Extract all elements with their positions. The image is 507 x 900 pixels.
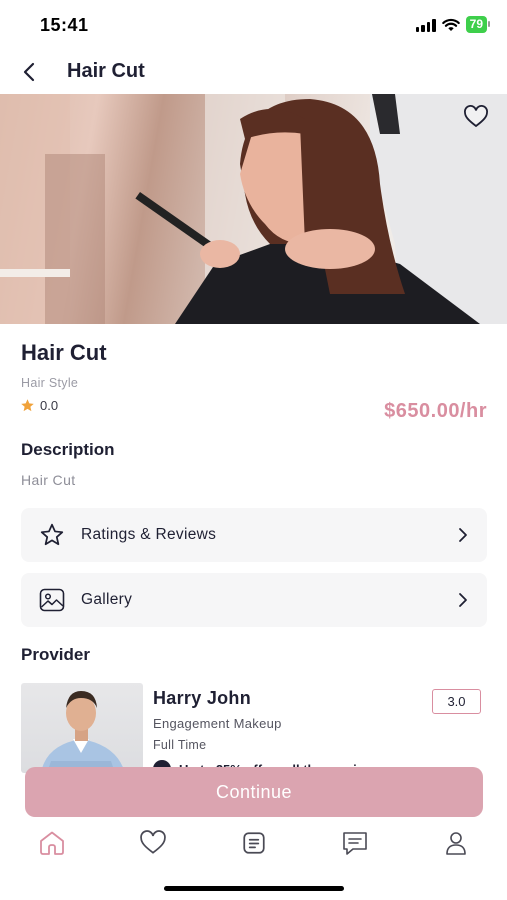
battery-icon: 79 (465, 16, 491, 33)
continue-button[interactable]: Continue (25, 767, 483, 817)
description-text: Hair Cut (21, 472, 76, 488)
app-header: Hair Cut (0, 50, 507, 94)
service-name: Hair Cut (21, 340, 107, 365)
status-time: 15:41 (40, 15, 89, 35)
back-button[interactable] (16, 59, 42, 85)
nav-home[interactable] (36, 828, 68, 858)
bookings-icon (243, 832, 265, 854)
service-hero-image (0, 94, 507, 324)
service-rating: 0.0 (20, 398, 58, 413)
service-price: $650.00/hr (384, 400, 487, 422)
heart-icon (140, 830, 166, 854)
nav-profile[interactable] (440, 828, 472, 858)
chat-icon (343, 832, 367, 855)
bottom-nav (0, 822, 507, 864)
gallery-row[interactable]: Gallery (21, 573, 487, 627)
gallery-label: Gallery (81, 591, 133, 608)
favorite-button[interactable] (461, 102, 491, 132)
page-title: Hair Cut (67, 60, 145, 82)
provider-name: Harry John (153, 688, 252, 708)
provider-type: Full Time (153, 738, 207, 752)
chevron-right-icon (453, 525, 473, 545)
description-heading: Description (21, 440, 115, 459)
service-category: Hair Style (21, 376, 79, 390)
home-icon (40, 831, 64, 855)
home-indicator (164, 886, 344, 891)
star-outline-icon (38, 522, 66, 548)
wifi-icon (441, 18, 460, 31)
provider-avatar (21, 683, 143, 773)
status-bar: 15:41 79 (0, 0, 507, 50)
hair-cut-photo (0, 94, 507, 324)
back-arrow-icon (23, 62, 35, 82)
nav-chat[interactable] (339, 828, 371, 858)
image-icon (38, 587, 66, 613)
battery-level: 79 (469, 17, 483, 31)
rating-value: 0.0 (40, 398, 59, 413)
nav-favorites[interactable] (137, 828, 169, 858)
provider-card[interactable]: Harry John Engagement Makeup Full Time 3… (21, 683, 487, 773)
provider-photo (41, 691, 125, 773)
ratings-reviews-label: Ratings & Reviews (81, 526, 217, 543)
provider-heading: Provider (21, 645, 90, 664)
provider-rating-badge: 3.0 (432, 689, 481, 714)
chevron-right-icon (453, 590, 473, 610)
profile-icon (446, 832, 466, 855)
heart-icon (464, 105, 488, 128)
status-icons: 79 (415, 16, 491, 33)
signal-icon (415, 18, 436, 32)
ratings-reviews-row[interactable]: Ratings & Reviews (21, 508, 487, 562)
nav-bookings[interactable] (238, 828, 270, 858)
star-icon (21, 399, 34, 412)
provider-role: Engagement Makeup (153, 716, 282, 731)
